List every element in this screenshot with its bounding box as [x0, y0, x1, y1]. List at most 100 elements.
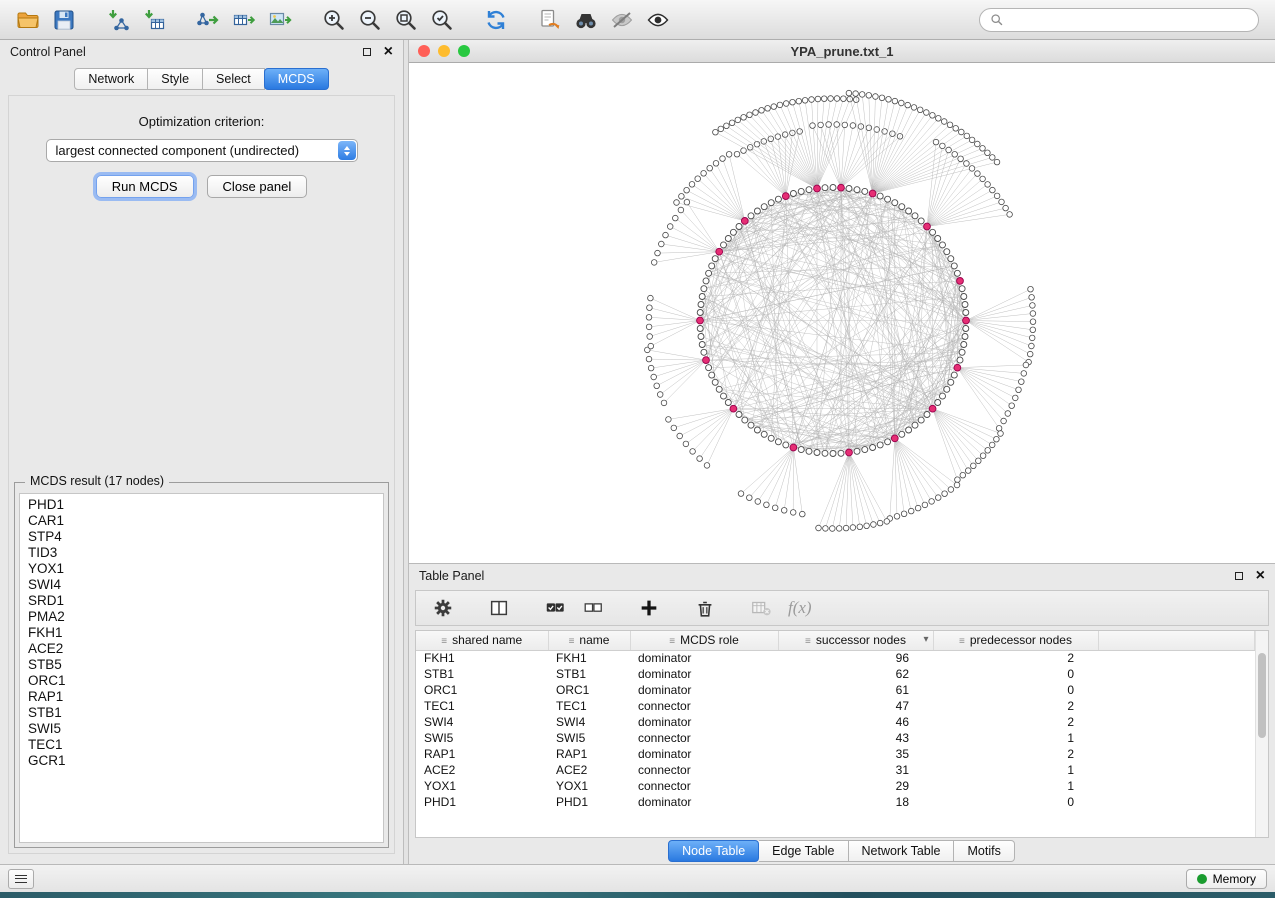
mcds-result-item[interactable]: STB5: [28, 657, 383, 673]
tab-motifs[interactable]: Motifs: [954, 840, 1014, 862]
deselect-all-button[interactable]: [578, 594, 608, 622]
table-scrollbar-thumb[interactable]: [1258, 653, 1266, 738]
memory-label: Memory: [1213, 872, 1256, 886]
minimize-window-icon[interactable]: [438, 45, 450, 57]
task-history-button[interactable]: [8, 869, 34, 889]
binoculars-icon: [573, 7, 599, 33]
plus-icon: [638, 597, 660, 619]
show-columns-button[interactable]: [484, 594, 514, 622]
mcds-result-item[interactable]: PHD1: [28, 497, 383, 513]
table-row[interactable]: SWI4SWI4dominator462: [416, 714, 1255, 730]
run-mcds-button[interactable]: Run MCDS: [96, 175, 194, 198]
mcds-result-item[interactable]: GCR1: [28, 753, 383, 769]
zoom-out-button[interactable]: [352, 4, 388, 36]
table-scrollbar[interactable]: [1255, 631, 1268, 837]
tab-node-table[interactable]: Node Table: [668, 840, 759, 862]
mcds-result-item[interactable]: SWI5: [28, 721, 383, 737]
table-panel-title: Table Panel: [419, 569, 484, 583]
tab-select[interactable]: Select: [203, 68, 265, 90]
table-row[interactable]: FKH1FKH1dominator962: [416, 650, 1255, 666]
columns-icon: [488, 597, 510, 619]
close-window-icon[interactable]: [418, 45, 430, 57]
refresh-button[interactable]: [478, 4, 514, 36]
mcds-result-item[interactable]: PMA2: [28, 609, 383, 625]
table-row[interactable]: SWI5SWI5connector431: [416, 730, 1255, 746]
eye-icon: [645, 7, 671, 33]
table-settings-button[interactable]: [428, 594, 458, 622]
network-from-document-button[interactable]: [532, 4, 568, 36]
mcds-result-box: MCDS result (17 nodes) PHD1CAR1STP4TID3Y…: [14, 482, 389, 848]
show-details-button[interactable]: [640, 4, 676, 36]
table-panel: Table Panel ×: [409, 563, 1275, 864]
mcds-result-item[interactable]: STB1: [28, 705, 383, 721]
mcds-tab-content: Optimization criterion: largest connecte…: [8, 95, 395, 854]
save-session-button[interactable]: [46, 4, 82, 36]
zoom-out-icon: [357, 7, 383, 33]
table-panel-tabs: Node TableEdge TableNetwork TableMotifs: [409, 838, 1275, 864]
tab-network[interactable]: Network: [74, 68, 148, 90]
column-header-successor-nodes[interactable]: ≡successor nodes▾: [778, 631, 933, 650]
close-panel-button[interactable]: Close panel: [207, 175, 308, 198]
mcds-result-title: MCDS result (17 nodes): [25, 474, 169, 488]
column-header-name[interactable]: ≡name: [548, 631, 630, 650]
table-row[interactable]: ORC1ORC1dominator610: [416, 682, 1255, 698]
tab-network-table[interactable]: Network Table: [849, 840, 955, 862]
table-row[interactable]: RAP1RAP1dominator352: [416, 746, 1255, 762]
memory-button[interactable]: Memory: [1186, 869, 1267, 889]
mcds-result-item[interactable]: ACE2: [28, 641, 383, 657]
select-all-button[interactable]: [540, 594, 570, 622]
tab-edge-table[interactable]: Edge Table: [759, 840, 848, 862]
mcds-result-item[interactable]: YOX1: [28, 561, 383, 577]
export-table-icon: [231, 7, 257, 33]
mcds-result-item[interactable]: TEC1: [28, 737, 383, 753]
table-row[interactable]: YOX1YOX1connector291: [416, 778, 1255, 794]
table-row[interactable]: STB1STB1dominator620: [416, 666, 1255, 682]
tab-style[interactable]: Style: [148, 68, 203, 90]
float-panel-icon[interactable]: [363, 48, 371, 56]
mcds-result-list: PHD1CAR1STP4TID3YOX1SWI4SRD1PMA2FKH1ACE2…: [19, 493, 384, 843]
mcds-result-item[interactable]: CAR1: [28, 513, 383, 529]
cytoscape-app: Control Panel × NetworkStyleSelectMCDS O…: [0, 0, 1275, 898]
mcds-result-item[interactable]: SWI4: [28, 577, 383, 593]
zoom-in-button[interactable]: [316, 4, 352, 36]
column-header-predecessor-nodes[interactable]: ≡predecessor nodes: [933, 631, 1098, 650]
network-window-titlebar: YPA_prune.txt_1: [409, 40, 1275, 63]
export-network-button[interactable]: [190, 4, 226, 36]
open-file-button[interactable]: [10, 4, 46, 36]
search-input[interactable]: [1010, 12, 1248, 28]
add-column-button[interactable]: [634, 594, 664, 622]
table-row[interactable]: ACE2ACE2connector311: [416, 762, 1255, 778]
table-row[interactable]: TEC1TEC1connector472: [416, 698, 1255, 714]
float-table-panel-icon[interactable]: [1235, 572, 1243, 580]
network-canvas[interactable]: [409, 63, 1275, 563]
close-panel-icon[interactable]: ×: [384, 44, 393, 60]
search-icon: [990, 13, 1004, 27]
mcds-result-item[interactable]: STP4: [28, 529, 383, 545]
refresh-icon: [483, 7, 509, 33]
mcds-result-item[interactable]: FKH1: [28, 625, 383, 641]
trash-icon: [694, 597, 716, 619]
import-table-icon: [141, 7, 167, 33]
export-table-button[interactable]: [226, 4, 262, 36]
tab-mcds[interactable]: MCDS: [264, 68, 329, 90]
import-network-button[interactable]: [100, 4, 136, 36]
table-row[interactable]: PHD1PHD1dominator180: [416, 794, 1255, 810]
mcds-result-item[interactable]: RAP1: [28, 689, 383, 705]
criterion-select[interactable]: largest connected component (undirected): [46, 139, 358, 162]
zoom-fit-button[interactable]: [388, 4, 424, 36]
mcds-result-item[interactable]: TID3: [28, 545, 383, 561]
import-table-button[interactable]: [136, 4, 172, 36]
column-header-MCDS-role[interactable]: ≡MCDS role: [630, 631, 778, 650]
hide-details-button[interactable]: [604, 4, 640, 36]
first-neighbors-button[interactable]: [568, 4, 604, 36]
column-header-shared-name[interactable]: ≡shared name: [416, 631, 548, 650]
delete-column-button[interactable]: [690, 594, 720, 622]
zoom-selected-button[interactable]: [424, 4, 460, 36]
mcds-result-item[interactable]: SRD1: [28, 593, 383, 609]
zoom-selected-icon: [429, 7, 455, 33]
maximize-window-icon[interactable]: [458, 45, 470, 57]
close-table-panel-icon[interactable]: ×: [1256, 568, 1265, 584]
export-image-button[interactable]: [262, 4, 298, 36]
mcds-result-item[interactable]: ORC1: [28, 673, 383, 689]
gear-icon: [432, 597, 454, 619]
